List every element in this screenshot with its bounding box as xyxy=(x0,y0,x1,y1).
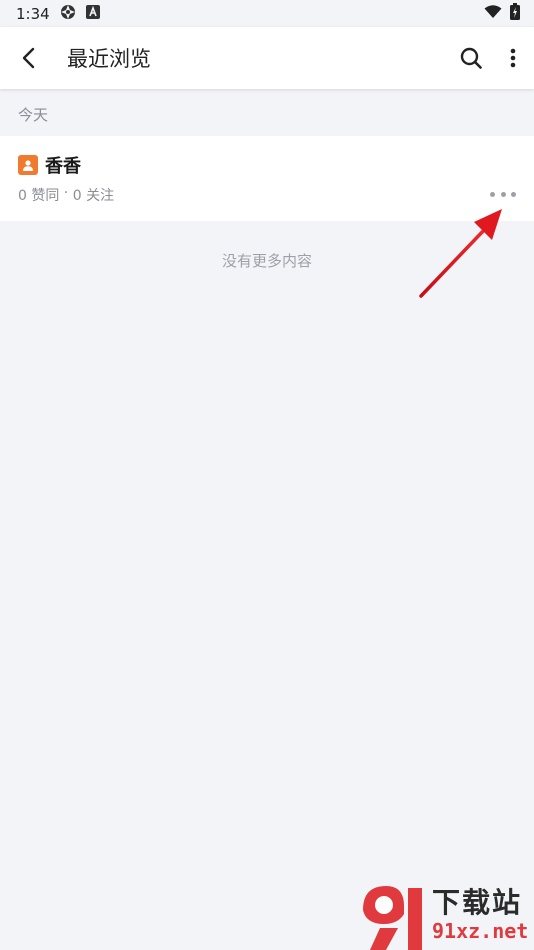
status-right xyxy=(484,3,520,24)
vertical-dots-icon xyxy=(510,48,516,68)
card-title-row: 香香 xyxy=(18,152,81,178)
app-bar: 最近浏览 xyxy=(0,27,534,89)
wifi-icon xyxy=(484,4,502,23)
app-bar-actions xyxy=(450,27,534,89)
more-dot-icon xyxy=(500,191,506,197)
more-dot-icon xyxy=(511,191,516,197)
overflow-menu-button[interactable] xyxy=(492,27,534,89)
watermark-text: 下载站 91xz.net xyxy=(432,886,529,944)
user-stats: 0 赞同 · 0 关注 xyxy=(18,185,114,205)
search-button[interactable] xyxy=(450,27,492,89)
status-time: 1:34 xyxy=(16,4,50,23)
app-notification-icon xyxy=(60,4,76,24)
likes-count: 0 赞同 xyxy=(18,188,60,204)
watermark-url: 91xz.net xyxy=(432,919,529,943)
watermark-brand: 下载站 xyxy=(432,886,523,919)
search-icon xyxy=(460,47,482,69)
annotation-arrow-icon xyxy=(419,209,502,298)
keyboard-a-icon xyxy=(85,4,100,23)
back-arrow-icon xyxy=(22,47,35,69)
status-bar: 1:34 xyxy=(0,0,534,27)
section-header-today: 今天 xyxy=(18,106,49,124)
watermark: 下载站 91xz.net xyxy=(358,880,534,950)
user-icon xyxy=(18,155,38,175)
battery-icon xyxy=(510,3,520,24)
watermark-logo-icon xyxy=(363,886,422,950)
user-name: 香香 xyxy=(45,156,81,177)
stats-separator: · xyxy=(59,185,73,201)
page-title: 最近浏览 xyxy=(67,47,151,71)
follows-count: 0 关注 xyxy=(72,188,115,204)
status-left: 1:34 xyxy=(16,4,100,24)
back-button[interactable] xyxy=(0,27,60,89)
more-dot-icon xyxy=(490,191,495,197)
